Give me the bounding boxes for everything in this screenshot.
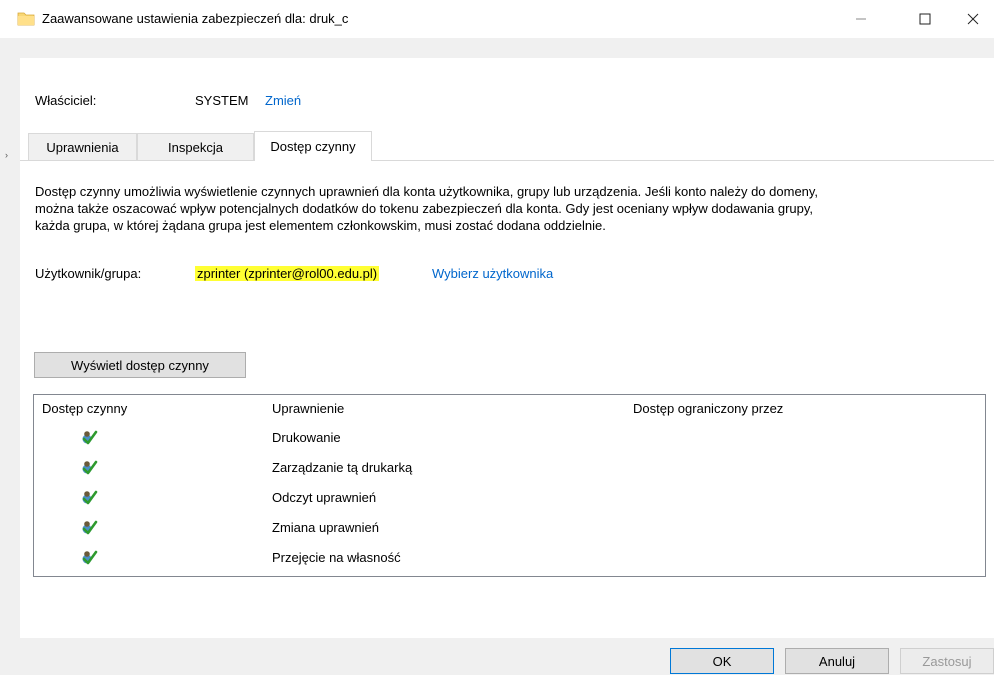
- view-effective-access-button[interactable]: Wyświetl dostęp czynny: [34, 352, 246, 378]
- effective-access-table[interactable]: Dostęp czynny Uprawnienie Dostęp ogranic…: [33, 394, 986, 577]
- select-user-link[interactable]: Wybierz użytkownika: [432, 266, 553, 281]
- ok-button-label: OK: [712, 653, 732, 669]
- table-row[interactable]: Zarządzanie tą drukarką: [34, 453, 985, 483]
- apply-button-label: Zastosuj: [922, 653, 972, 669]
- column-header-limited-by[interactable]: Dostęp ograniczony przez: [633, 401, 783, 416]
- effective-access-granted-icon: [82, 550, 98, 565]
- title-bar: Zaawansowane ustawienia zabezpieczeń dla…: [0, 0, 994, 38]
- description-line: można także oszacować wpływ potencjalnyc…: [35, 201, 814, 216]
- effective-access-description: Dostęp czynny umożliwia wyświetlenie czy…: [35, 183, 990, 234]
- tab-label: Uprawnienia: [46, 139, 119, 155]
- permission-name: Zmiana uprawnień: [272, 520, 379, 535]
- maximize-icon: [919, 13, 931, 25]
- close-icon: [967, 13, 979, 25]
- view-effective-access-label: Wyświetl dostęp czynny: [71, 357, 209, 373]
- tab-auditing[interactable]: Inspekcja: [137, 133, 254, 160]
- effective-access-granted-icon: [82, 460, 98, 475]
- folder-icon: [17, 12, 35, 26]
- effective-access-granted-icon: [82, 430, 98, 445]
- user-group-value: zprinter (zprinter@rol00.edu.pl): [195, 266, 380, 281]
- tab-effective-access[interactable]: Dostęp czynny: [254, 131, 372, 161]
- tab-label: Inspekcja: [168, 139, 223, 155]
- table-row[interactable]: Zmiana uprawnień: [34, 513, 985, 543]
- description-line: Dostęp czynny umożliwia wyświetlenie czy…: [35, 184, 819, 199]
- permission-name: Drukowanie: [272, 430, 341, 445]
- table-row[interactable]: Przejęcie na własność: [34, 543, 985, 573]
- table-row[interactable]: Odczyt uprawnień: [34, 483, 985, 513]
- effective-access-granted-icon: [82, 520, 98, 535]
- tab-label: Dostęp czynny: [270, 139, 356, 154]
- owner-label: Właściciel:: [35, 93, 97, 108]
- maximize-button[interactable]: [902, 4, 948, 34]
- window-title: Zaawansowane ustawienia zabezpieczeń dla…: [42, 11, 349, 26]
- user-group-label: Użytkownik/grupa:: [35, 266, 142, 281]
- table-header: Dostęp czynny Uprawnienie Dostęp ogranic…: [34, 395, 985, 421]
- permission-name: Przejęcie na własność: [272, 550, 401, 565]
- minimize-icon: [856, 18, 866, 20]
- change-owner-link[interactable]: Zmień: [265, 93, 301, 108]
- effective-access-granted-icon: [82, 490, 98, 505]
- cancel-button-label: Anuluj: [818, 653, 856, 669]
- table-row[interactable]: Drukowanie: [34, 423, 985, 453]
- tab-strip-divider: [20, 160, 994, 161]
- close-button[interactable]: [950, 4, 994, 34]
- permission-name: Zarządzanie tą drukarką: [272, 460, 413, 475]
- tab-permissions[interactable]: Uprawnienia: [28, 133, 137, 160]
- column-header-effective-access[interactable]: Dostęp czynny: [42, 401, 127, 416]
- side-arrow-icon: ›: [5, 150, 8, 160]
- apply-button[interactable]: Zastosuj: [900, 648, 994, 674]
- description-line: każda grupa, w której żądana grupa jest …: [35, 218, 606, 233]
- owner-value: SYSTEM: [195, 93, 249, 108]
- cancel-button[interactable]: Anuluj: [785, 648, 889, 674]
- column-header-permission[interactable]: Uprawnienie: [272, 401, 344, 416]
- ok-button[interactable]: OK: [670, 648, 774, 674]
- permission-name: Odczyt uprawnień: [272, 490, 377, 505]
- minimize-button[interactable]: [838, 4, 884, 34]
